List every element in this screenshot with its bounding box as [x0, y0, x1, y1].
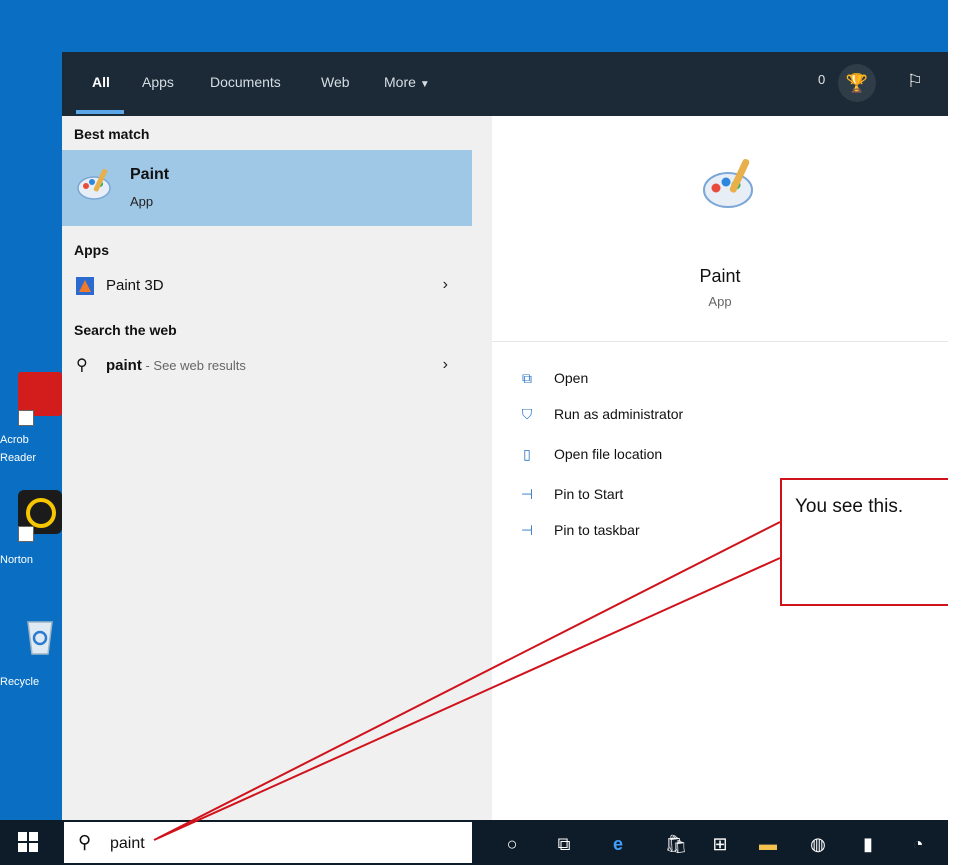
annotation-text: You see this. [795, 496, 904, 517]
store-icon[interactable]: 🛍 [664, 832, 688, 856]
desktop-icon-label: Acrob [0, 434, 29, 446]
store-app-icon[interactable]: ⊞ [708, 832, 732, 856]
open-icon: ⧉ [522, 370, 532, 386]
action-label: Open file location [554, 446, 663, 462]
desktop-icon-label: Norton [0, 554, 34, 566]
desktop-icon-label: Reader [0, 452, 37, 464]
paint-3d-icon [76, 277, 94, 295]
page-margin [948, 0, 969, 865]
desktop-icon-recycle-bin[interactable]: Recycle [0, 610, 62, 700]
web-result-text: paint - See web results [106, 357, 246, 374]
search-icon: ⚲ [76, 357, 88, 374]
taskbar-search-box[interactable]: ⚲ [64, 822, 472, 863]
search-filter-bar: All Apps Documents Web More ▼ 0 🏆 ⚐ [62, 52, 948, 116]
divider [492, 341, 948, 342]
desktop-icon-label: Recycle [0, 676, 40, 688]
result-details-pane: Paint App ⧉ Open ⛉ Run as administrator … [492, 116, 948, 820]
section-title-best-match: Best match [74, 126, 150, 142]
paint-app-icon [703, 158, 753, 208]
chevron-right-icon[interactable]: › [443, 276, 448, 294]
result-paint-3d[interactable]: Paint 3D › [62, 268, 472, 304]
best-match-result[interactable]: Paint App [62, 150, 472, 226]
web-suffix: - See web results [141, 358, 246, 373]
web-query: paint [106, 357, 142, 374]
action-open[interactable]: ⧉ Open [518, 366, 838, 392]
taskbar: ⚲ ○ ⧉ e 🛍 ⊞ ▬ ◍ ▮ ◔ [0, 820, 948, 865]
rewards-points: 0 [818, 72, 826, 87]
start-search-panel: All Apps Documents Web More ▼ 0 🏆 ⚐ Best … [62, 52, 948, 820]
shortcut-arrow-icon [18, 526, 34, 542]
details-app-name: Paint [699, 266, 741, 286]
action-run-as-administrator[interactable]: ⛉ Run as administrator [518, 402, 838, 428]
annotation-callout: You see this. [780, 478, 948, 606]
shield-admin-icon: ⛉ [521, 406, 533, 422]
recycle-bin-icon [27, 621, 53, 655]
action-label: Pin to taskbar [554, 522, 640, 538]
section-title-apps: Apps [74, 242, 109, 258]
chrome-icon[interactable]: ◍ [806, 832, 830, 856]
results-list: Best match Paint App Apps Paint 3D › Sea… [62, 116, 472, 820]
action-open-file-location[interactable]: ▯ Open file location [518, 442, 838, 468]
desktop-icon-norton[interactable]: Norton [0, 490, 62, 580]
file-location-icon: ▯ [523, 446, 531, 462]
pin-icon: ⊣ [520, 522, 534, 538]
action-label: Run as administrator [554, 406, 684, 422]
tab-all[interactable]: All [92, 74, 110, 90]
paint-app-icon [77, 168, 111, 200]
shortcut-arrow-icon [18, 410, 34, 426]
tab-documents[interactable]: Documents [210, 74, 281, 90]
result-label: Paint 3D [106, 277, 164, 294]
best-match-type: App [130, 194, 154, 209]
section-title-web: Search the web [74, 322, 177, 338]
action-label: Pin to Start [554, 486, 624, 502]
edge-icon[interactable]: e [606, 832, 630, 856]
search-icon: ⚲ [78, 832, 92, 852]
action-label: Open [554, 370, 589, 386]
tab-apps[interactable]: Apps [142, 74, 174, 90]
tab-web[interactable]: Web [321, 74, 350, 90]
tab-more-label: More [384, 74, 416, 90]
chevron-right-icon[interactable]: › [443, 356, 448, 374]
feedback-icon[interactable]: ⚐ [900, 66, 930, 96]
caret-down-icon: ▼ [419, 79, 430, 90]
pin-icon: ⊣ [520, 486, 534, 502]
photos-icon[interactable]: ◔ [906, 832, 930, 856]
windows-start-button[interactable] [18, 832, 40, 854]
trophy-icon[interactable]: 🏆 [838, 64, 876, 102]
cortana-icon[interactable]: ○ [500, 832, 524, 856]
task-view-icon[interactable]: ⧉ [552, 832, 576, 856]
result-web-search[interactable]: ⚲ paint - See web results › [62, 348, 472, 384]
app-icon[interactable]: ▮ [856, 832, 880, 856]
details-app-type: App [708, 294, 732, 309]
search-input[interactable] [108, 830, 452, 858]
desktop-icon-acrobat-reader[interactable]: Acrob Reader [0, 370, 62, 480]
tab-more[interactable]: More ▼ [384, 74, 430, 90]
file-explorer-icon[interactable]: ▬ [756, 832, 780, 856]
active-tab-indicator [76, 110, 124, 114]
best-match-name: Paint [130, 166, 170, 183]
